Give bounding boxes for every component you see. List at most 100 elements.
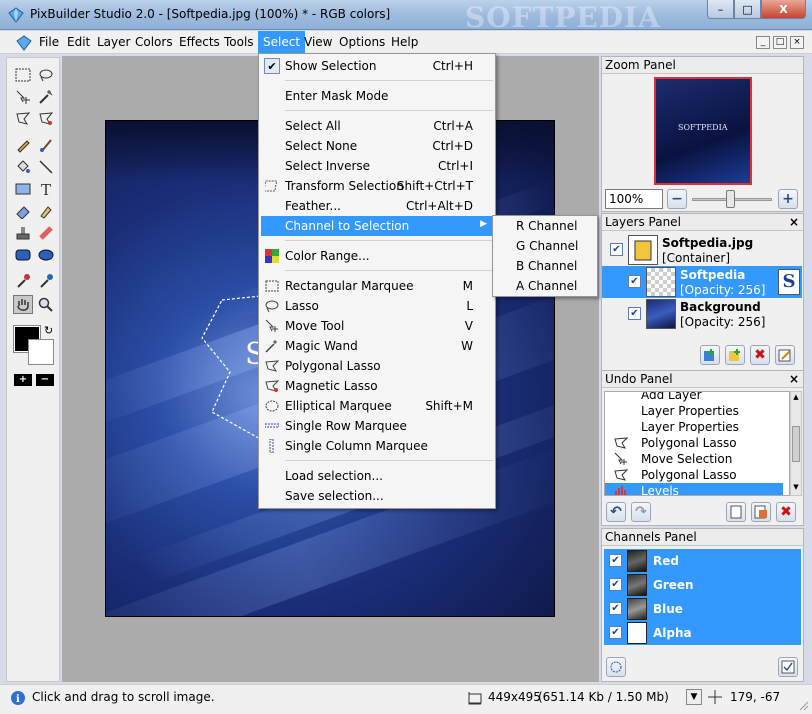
menu-edit[interactable]: Edit xyxy=(62,31,95,54)
menu-item-save-selection[interactable]: Save selection... xyxy=(261,486,493,506)
submenu-item-a-channel[interactable]: A Channel xyxy=(516,279,577,293)
menu-layer[interactable]: Layer xyxy=(92,31,135,54)
layer-row-container[interactable]: ✔ Softpedia.jpg [Container] xyxy=(602,234,802,266)
channel-row-blue[interactable]: ✔ Blue xyxy=(604,597,801,621)
status-dropdown-icon[interactable]: ▼ xyxy=(686,689,702,705)
channel-visibility-checkbox[interactable]: ✔ xyxy=(609,554,622,567)
channel-visibility-checkbox[interactable]: ✔ xyxy=(609,578,622,591)
scroll-up-icon[interactable]: ▲ xyxy=(792,393,800,403)
menu-tools[interactable]: Tools xyxy=(219,31,259,54)
lasso-tool-icon[interactable] xyxy=(36,65,56,84)
move-tool-icon[interactable] xyxy=(13,87,33,106)
menu-item-color-range[interactable]: Color Range... xyxy=(261,246,493,266)
minimize-button[interactable]: – xyxy=(707,0,734,19)
swap-colors-icon[interactable]: ↻ xyxy=(44,324,53,337)
mdi-minimize-button[interactable]: _ xyxy=(756,36,770,49)
background-color-swatch[interactable] xyxy=(28,339,54,365)
load-channel-selection-icon[interactable] xyxy=(606,657,626,677)
close-button[interactable]: X xyxy=(761,0,806,19)
eraser-tool-icon[interactable] xyxy=(13,201,33,220)
scroll-thumb[interactable] xyxy=(792,426,800,462)
heal-tool-icon[interactable] xyxy=(36,223,56,242)
redo-icon[interactable]: ↷ xyxy=(631,502,651,522)
layers-panel-close-icon[interactable]: × xyxy=(789,214,799,231)
stamp-tool-icon[interactable] xyxy=(13,223,33,242)
delete-layer-icon[interactable]: ✖ xyxy=(750,345,770,365)
layer-row-softpedia[interactable]: ✔ Softpedia [Opacity: 256] S xyxy=(602,266,802,298)
snapshot-icon[interactable] xyxy=(751,502,771,522)
scroll-down-icon[interactable]: ▼ xyxy=(792,483,800,493)
menu-item-select-all[interactable]: Select All Ctrl+A xyxy=(261,116,493,136)
hand-tool-icon[interactable] xyxy=(13,295,33,314)
undo-item[interactable]: Layer Properties xyxy=(605,419,783,435)
menu-item-show-selection[interactable]: ✔ Show Selection Ctrl+H xyxy=(261,56,493,76)
menu-item-polygonal-lasso[interactable]: Polygonal Lasso xyxy=(261,356,493,376)
color-replace-tool-icon[interactable] xyxy=(36,271,56,290)
undo-scrollbar[interactable]: ▲ ▼ xyxy=(790,391,802,496)
menu-colors[interactable]: Colors xyxy=(130,31,178,54)
zoom-preview[interactable]: SOFTPEDIA xyxy=(654,77,752,185)
undo-item[interactable]: Move Selection xyxy=(605,451,783,467)
zoom-out-button[interactable]: − xyxy=(667,189,687,209)
undo-item[interactable]: Layer Properties xyxy=(605,403,783,419)
layer-visibility-checkbox[interactable]: ✔ xyxy=(628,275,641,288)
new-folder-icon[interactable] xyxy=(725,345,745,365)
menu-item-load-selection[interactable]: Load selection... xyxy=(261,466,493,486)
new-layer-icon[interactable] xyxy=(700,345,720,365)
add-swatch-icon[interactable]: + xyxy=(14,374,32,386)
undo-icon[interactable]: ↶ xyxy=(606,502,626,522)
layer-visibility-checkbox[interactable]: ✔ xyxy=(610,243,623,256)
channel-row-alpha[interactable]: ✔ Alpha xyxy=(604,621,801,645)
menu-select[interactable]: Select xyxy=(258,31,306,54)
submenu-item-b-channel[interactable]: B Channel xyxy=(516,259,577,273)
channel-row-green[interactable]: ✔ Green xyxy=(604,573,801,597)
submenu-item-g-channel[interactable]: G Channel xyxy=(516,239,578,253)
menu-item-single-column-marquee[interactable]: Single Column Marquee xyxy=(261,436,493,456)
menu-help[interactable]: Help xyxy=(386,31,423,54)
menu-options[interactable]: Options xyxy=(334,31,390,54)
menu-item-enter-mask-mode[interactable]: Enter Mask Mode xyxy=(261,86,493,106)
menu-item-move-tool[interactable]: Move Tool V xyxy=(261,316,493,336)
zoom-in-button[interactable]: + xyxy=(778,189,798,209)
menu-item-feather[interactable]: Feather... Ctrl+Alt+D xyxy=(261,196,493,216)
undo-item-selected[interactable]: Levels xyxy=(605,483,783,495)
channel-row-red[interactable]: ✔ Red xyxy=(604,549,801,573)
brush-tool-icon[interactable] xyxy=(36,135,56,154)
resize-grip-icon[interactable] xyxy=(797,699,809,711)
magic-wand-tool-icon[interactable] xyxy=(36,87,56,106)
undo-item[interactable]: Polygonal Lasso xyxy=(605,435,783,451)
menu-effects[interactable]: Effects xyxy=(174,31,225,54)
channel-visibility-checkbox[interactable]: ✔ xyxy=(609,602,622,615)
delete-history-icon[interactable]: ✖ xyxy=(776,502,796,522)
document-icon[interactable] xyxy=(16,35,32,51)
magnetic-lasso-tool-icon[interactable] xyxy=(36,109,56,128)
undo-item[interactable]: Add Layer xyxy=(605,392,783,403)
zoom-level-field[interactable]: 100% xyxy=(605,189,663,209)
menu-item-magic-wand[interactable]: Magic Wand W xyxy=(261,336,493,356)
ellipse-tool-icon[interactable] xyxy=(36,245,56,264)
zoom-slider-thumb[interactable] xyxy=(726,190,735,208)
channel-visibility-checkbox[interactable]: ✔ xyxy=(609,626,622,639)
line-tool-icon[interactable] xyxy=(36,157,56,176)
menu-item-select-none[interactable]: Select None Ctrl+D xyxy=(261,136,493,156)
new-snapshot-icon[interactable] xyxy=(726,502,746,522)
rounded-rectangle-tool-icon[interactable] xyxy=(13,245,33,264)
menu-item-single-row-marquee[interactable]: Single Row Marquee xyxy=(261,416,493,436)
maximize-button[interactable]: □ xyxy=(734,0,761,19)
polygonal-lasso-tool-icon[interactable] xyxy=(13,109,33,128)
mdi-close-button[interactable]: × xyxy=(790,36,804,49)
remove-swatch-icon[interactable]: − xyxy=(36,374,54,386)
pencil-tool-icon[interactable] xyxy=(13,135,33,154)
text-tool-icon[interactable]: T xyxy=(36,179,56,198)
eyedropper-tool-icon[interactable] xyxy=(13,271,33,290)
layer-visibility-checkbox[interactable]: ✔ xyxy=(628,307,641,320)
undo-item[interactable]: Polygonal Lasso xyxy=(605,467,783,483)
layer-row-background[interactable]: ✔ Background [Opacity: 256] xyxy=(602,298,802,330)
menu-item-elliptical-marquee[interactable]: Elliptical Marquee Shift+M xyxy=(261,396,493,416)
undo-panel-close-icon[interactable]: × xyxy=(789,371,799,388)
zoom-tool-icon[interactable] xyxy=(36,295,56,314)
menu-item-transform-selection[interactable]: Transform Selection Shift+Ctrl+T xyxy=(261,176,493,196)
gradient-tool-icon[interactable] xyxy=(13,179,33,198)
menu-item-magnetic-lasso[interactable]: Magnetic Lasso xyxy=(261,376,493,396)
mdi-restore-button[interactable]: □ xyxy=(773,36,787,49)
